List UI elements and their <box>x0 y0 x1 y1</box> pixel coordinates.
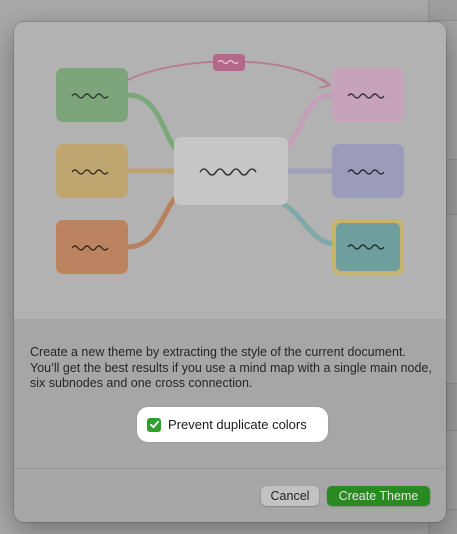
theme-preview <box>14 22 446 319</box>
prevent-duplicate-colors-option[interactable]: Prevent duplicate colors <box>137 407 328 442</box>
branch-bottom-left <box>125 191 182 250</box>
subnode-bottom-right <box>336 223 400 271</box>
subnode-middle-left <box>56 144 128 198</box>
cancel-button[interactable]: Cancel <box>261 486 319 506</box>
prevent-duplicate-colors-label: Prevent duplicate colors <box>168 417 307 432</box>
create-theme-dialog: Create a new theme by extracting the sty… <box>14 22 446 522</box>
branch-top-left <box>125 92 179 152</box>
cross-connection-label <box>213 54 245 71</box>
subnode-middle-right <box>332 144 404 198</box>
branch-bottom-right <box>273 197 337 247</box>
prevent-duplicate-colors-checkbox[interactable] <box>147 417 161 432</box>
footer-divider <box>14 468 446 469</box>
mind-map-preview <box>56 54 404 275</box>
create-theme-button[interactable]: Create Theme <box>327 486 430 506</box>
branch-top-right <box>283 92 335 150</box>
main-node <box>174 137 288 205</box>
dialog-description: Create a new theme by extracting the sty… <box>30 345 432 390</box>
subnode-top-left <box>56 68 128 122</box>
subnode-bottom-left <box>56 220 128 274</box>
checkmark-icon <box>149 420 159 429</box>
subnode-top-right <box>332 68 404 122</box>
